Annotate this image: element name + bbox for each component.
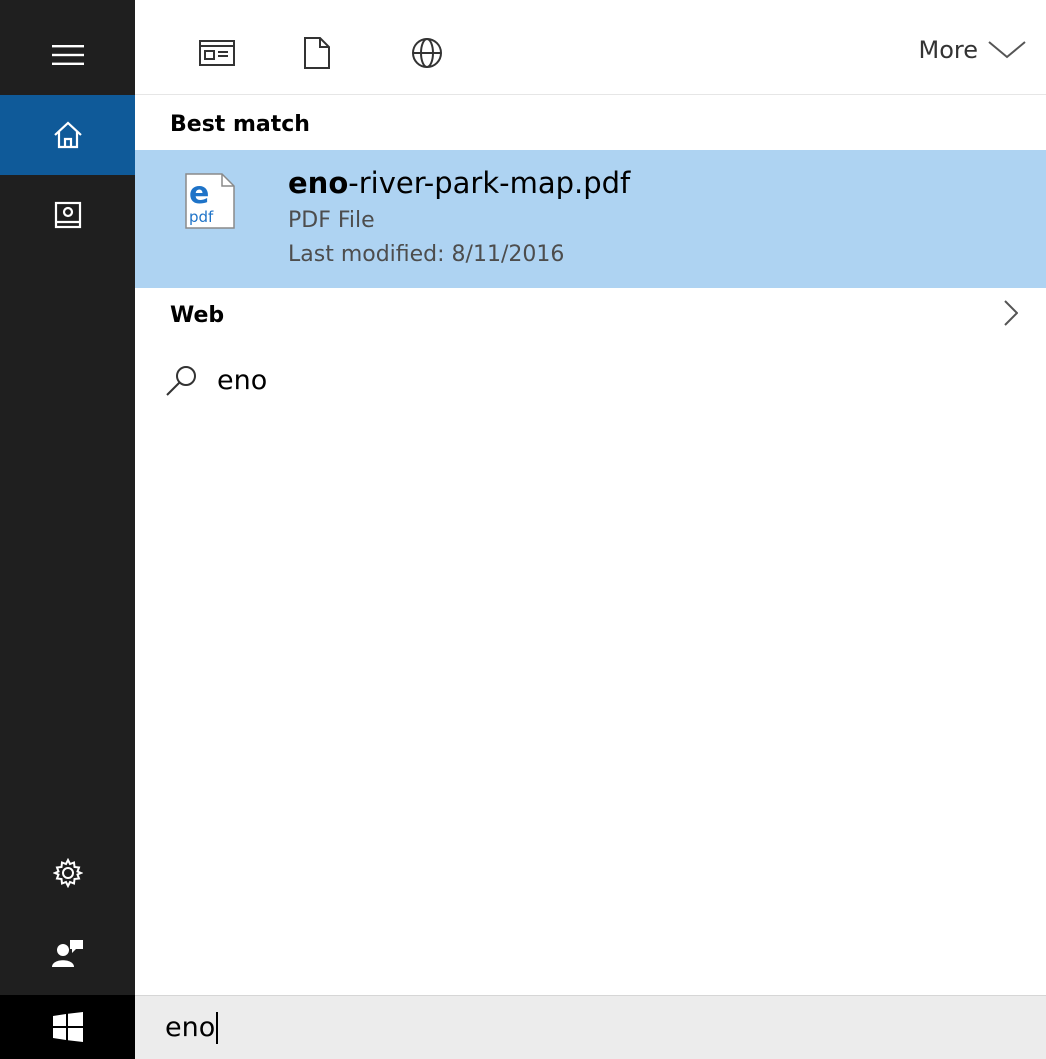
home-icon	[53, 121, 82, 149]
search-box[interactable]: eno	[135, 995, 1046, 1059]
feedback-button[interactable]	[0, 913, 135, 993]
search-icon	[166, 366, 196, 396]
left-rail	[0, 0, 135, 1059]
settings-gear-icon	[52, 858, 83, 888]
settings-button[interactable]	[0, 833, 135, 913]
best-match-name-rest: -river-park-map.pdf	[348, 166, 631, 200]
best-match-modified-date: Last modified: 8/11/2016	[288, 242, 565, 267]
apps-filter-button[interactable]	[197, 33, 237, 73]
pdf-icon-label: pdf	[189, 208, 214, 226]
web-suggestion-text: eno	[217, 364, 268, 396]
search-results-panel: More Best match e pdf eno-river-park-map…	[135, 0, 1046, 995]
best-match-file-name: eno-river-park-map.pdf	[288, 166, 630, 200]
best-match-heading: Best match	[170, 112, 310, 137]
pdf-file-icon: e pdf	[185, 173, 235, 229]
hamburger-menu-icon	[51, 45, 84, 65]
web-filter-button[interactable]	[407, 33, 447, 73]
web-see-more-button[interactable]	[1004, 300, 1019, 330]
best-match-result[interactable]: e pdf eno-river-park-map.pdf PDF File La…	[135, 150, 1046, 288]
home-button[interactable]	[0, 95, 135, 175]
chevron-right-icon	[1004, 300, 1019, 326]
more-filters-label: More	[918, 36, 979, 64]
text-caret	[216, 1011, 219, 1044]
notebook-button[interactable]	[0, 175, 135, 255]
more-filters-button[interactable]: More	[919, 36, 1027, 64]
apps-filter-icon	[199, 40, 235, 66]
pdf-icon-letter: e	[189, 176, 209, 211]
best-match-file-type: PDF File	[288, 208, 375, 233]
notebook-icon	[54, 201, 81, 229]
web-heading: Web	[170, 303, 225, 328]
windows-start-icon	[52, 1012, 83, 1042]
hamburger-menu-button[interactable]	[0, 15, 135, 95]
start-button[interactable]	[0, 995, 135, 1059]
feedback-person-icon	[51, 940, 83, 967]
documents-filter-button[interactable]	[297, 33, 337, 73]
search-input[interactable]: eno	[165, 1012, 215, 1043]
best-match-name-highlight: eno	[288, 166, 349, 200]
chevron-down-icon	[988, 41, 1026, 59]
web-suggestion-item[interactable]: eno	[165, 355, 267, 405]
web-globe-icon	[412, 38, 442, 68]
documents-filter-icon	[304, 37, 330, 69]
filter-toolbar: More	[135, 0, 1046, 95]
